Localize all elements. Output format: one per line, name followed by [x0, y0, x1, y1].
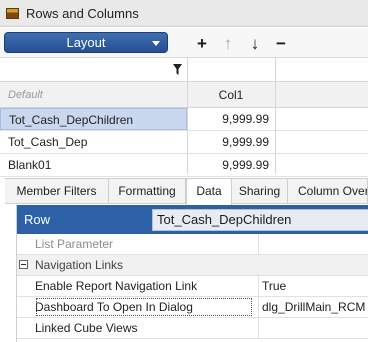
minus-icon[interactable]: − [272, 34, 290, 52]
property-header-label: Row [24, 212, 51, 227]
row-value: 9,999.99 [222, 112, 269, 126]
section-value [258, 255, 368, 275]
property-label: Enable Report Navigation Link [35, 279, 198, 293]
filter-row [0, 58, 368, 82]
property-row-enable-report-navigation-link[interactable]: Enable Report Navigation Link True [17, 276, 368, 297]
property-header: Row Tot_Cash_DepChildren [17, 205, 368, 234]
tab-sharing[interactable]: Sharing [232, 179, 288, 204]
rows-columns-grid: Default Col1 Tot_Cash_DepChildren 9,999.… [0, 58, 368, 177]
tab-strip: Member Filters Formatting Data Sharing C… [5, 178, 368, 205]
grid-row[interactable]: Tot_Cash_DepChildren 9,999.99 [0, 108, 368, 131]
property-grid: Row Tot_Cash_DepChildren List Parameter … [16, 205, 368, 342]
row-value: 9,999.99 [222, 135, 269, 149]
property-row-linked-cube-views[interactable]: Linked Cube Views [17, 318, 368, 339]
tab-data[interactable]: Data [186, 179, 232, 205]
row-name-field[interactable]: Tot_Cash_DepChildren [152, 209, 368, 231]
property-label: Linked Cube Views [35, 321, 138, 335]
default-label: Default [8, 89, 43, 101]
layout-dropdown[interactable]: Layout [4, 32, 168, 53]
property-value[interactable] [258, 234, 368, 254]
grid-row[interactable]: Tot_Cash_Dep 9,999.99 [0, 131, 368, 154]
tab-member-filters[interactable]: Member Filters [5, 179, 109, 204]
arrow-up-icon[interactable]: ↑ [219, 34, 237, 52]
property-value[interactable]: dlg_DrillMain_RCM [258, 297, 368, 317]
grid-header-row: Default Col1 [0, 82, 368, 108]
filter-icon[interactable] [173, 64, 182, 75]
row-label[interactable]: Tot_Cash_Dep [0, 131, 187, 153]
tab-formatting[interactable]: Formatting [109, 179, 186, 204]
property-label: List Parameter [35, 237, 114, 251]
property-label: Dashboard To Open In Dialog [35, 297, 253, 317]
layout-label: Layout [66, 35, 106, 50]
title-bar: Rows and Columns [0, 0, 368, 27]
property-row-list-parameter[interactable]: List Parameter [17, 234, 368, 255]
property-value[interactable] [258, 318, 368, 338]
property-row-dashboard-to-open-in-dialog[interactable]: Dashboard To Open In Dialog dlg_DrillMai… [17, 297, 368, 318]
row-value: 9,999.99 [222, 158, 269, 172]
tab-column-overrides[interactable]: Column Over [288, 179, 368, 204]
collapse-icon[interactable] [19, 260, 28, 269]
column-divider [275, 58, 276, 174]
property-value[interactable]: True [258, 276, 368, 296]
plus-icon[interactable]: + [193, 34, 211, 52]
section-label: Navigation Links [35, 258, 124, 272]
toolbar: Layout + ↑ ↓ − [0, 28, 368, 58]
app-icon [6, 7, 19, 19]
row-label[interactable]: Tot_Cash_DepChildren [0, 108, 187, 130]
row-label[interactable]: Blank01 [0, 154, 187, 176]
arrow-down-icon[interactable]: ↓ [246, 34, 264, 52]
column-divider [187, 58, 188, 174]
grid-row[interactable]: Blank01 9,999.99 [0, 154, 368, 177]
section-navigation-links[interactable]: Navigation Links [17, 255, 368, 276]
chevron-down-icon [152, 41, 160, 46]
column-header-col1[interactable]: Col1 [187, 88, 275, 102]
window-title: Rows and Columns [26, 5, 139, 21]
